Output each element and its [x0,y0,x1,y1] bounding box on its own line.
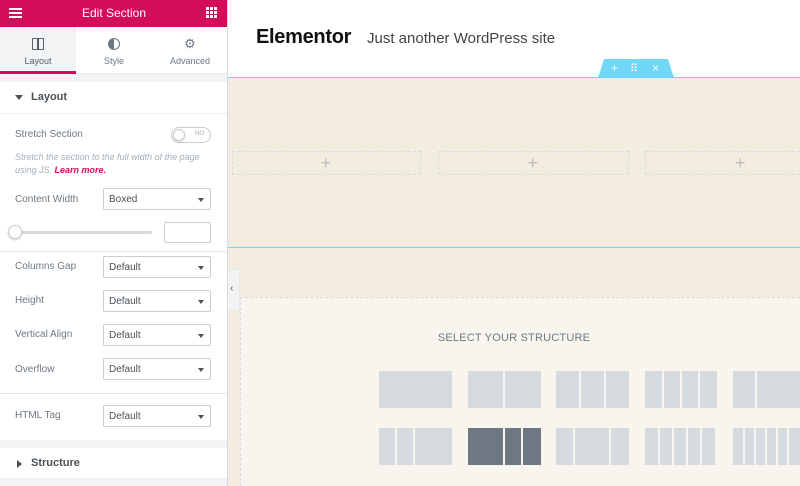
structure-section-title: Structure [31,457,80,469]
panel-gap [0,440,227,448]
site-title[interactable]: Elementor [256,26,351,49]
tab-style[interactable]: Style [76,27,152,73]
structure-preset-25-25-50[interactable] [379,428,452,465]
panel-header: Edit Section [0,0,227,27]
toggle-knob [173,129,185,141]
empty-column[interactable]: + [645,151,800,175]
tab-advanced-label: Advanced [169,56,211,66]
style-icon [108,38,120,50]
structure-preset-33-66[interactable] [733,371,800,408]
content-width-label: Content Width [15,194,79,205]
overflow-label: Overflow [15,364,55,375]
panel-gap [0,74,227,82]
chevron-down-icon [198,368,204,372]
editor-panel: Edit Section Layout Style ⚙ Advanced Lay… [0,0,228,486]
stretch-section-toggle[interactable]: NO [171,127,211,143]
html-tag-value: Default [109,411,141,422]
section-handle: + ⠿ × [598,59,674,78]
add-widget-icon: + [320,153,332,173]
learn-more-link[interactable]: Learn more. [55,165,107,175]
stretch-section-label: Stretch Section [15,129,83,140]
chevron-down-icon [198,334,204,338]
structure-preset-5col[interactable] [645,428,718,465]
structure-preset-4col[interactable] [645,371,718,408]
structure-preset-3col[interactable] [556,371,629,408]
panel-gap [0,479,227,486]
width-number-input[interactable] [164,222,211,243]
toggle-state-label: NO [195,131,204,137]
stretch-description-text: Stretch the section to the full width of… [15,152,200,175]
chevron-left-icon: ‹ [230,283,234,294]
tab-layout-label: Layout [24,56,52,66]
vertical-align-value: Default [109,330,141,341]
add-widget-icon: + [527,153,539,173]
height-label: Height [15,295,44,306]
structure-preset-6col[interactable] [733,428,800,465]
structure-preset-2col[interactable] [468,371,541,408]
site-tagline: Just another WordPress site [367,30,556,47]
drag-handle-icon[interactable]: ⠿ [630,62,638,75]
gear-icon: ⚙ [184,36,196,51]
tab-advanced[interactable]: ⚙ Advanced [152,27,227,73]
add-widget-icon: + [735,153,746,173]
tab-style-label: Style [103,56,124,66]
columns-gap-label: Columns Gap [15,261,77,272]
layout-section-header[interactable]: Layout [0,82,227,114]
overflow-value: Default [109,364,141,375]
layout-icon [32,38,44,50]
panel-tabs: Layout Style ⚙ Advanced [0,27,227,74]
structure-section-header[interactable]: Structure [0,448,227,479]
content-width-value: Boxed [109,194,138,205]
overflow-select[interactable]: Default [103,358,211,380]
tab-layout[interactable]: Layout [0,27,76,74]
html-tag-select[interactable]: Default [103,405,211,427]
elementor-editor: Edit Section Layout Style ⚙ Advanced Lay… [0,0,800,486]
vertical-align-label: Vertical Align [15,329,73,340]
layout-section-title: Layout [31,91,68,103]
preview-canvas: Elementor Just another WordPress site + … [228,0,800,486]
height-value: Default [109,296,141,307]
add-section-icon[interactable]: + [611,61,618,75]
collapse-panel-button[interactable]: ‹ [228,269,240,311]
columns-gap-select[interactable]: Default [103,256,211,278]
divider [0,393,227,394]
chevron-down-icon [198,266,204,270]
select-structure-title: SELECT YOUR STRUCTURE [437,332,591,344]
caret-down-icon [15,95,23,100]
chevron-down-icon [198,300,204,304]
height-select[interactable]: Default [103,290,211,312]
vertical-align-select[interactable]: Default [103,324,211,346]
stretch-description: Stretch the section to the full width of… [15,151,215,177]
panel-title: Edit Section [81,6,147,20]
divider [0,251,227,252]
close-icon[interactable]: × [652,61,659,75]
structure-preset-1col[interactable] [379,371,452,408]
html-tag-label: HTML Tag [15,410,61,421]
width-slider-handle[interactable] [8,225,22,239]
chevron-down-icon [198,198,204,202]
caret-right-icon [17,460,22,468]
width-slider-track[interactable] [15,231,152,234]
columns-gap-value: Default [109,262,141,273]
chevron-down-icon [198,415,204,419]
structure-preset-50-25-25[interactable] [468,428,541,465]
content-width-select[interactable]: Boxed [103,188,211,210]
empty-column[interactable]: + [232,151,421,175]
structure-preset-25-50-25[interactable] [556,428,629,465]
empty-column[interactable]: + [438,151,629,175]
widgets-grid-icon[interactable] [206,7,217,18]
